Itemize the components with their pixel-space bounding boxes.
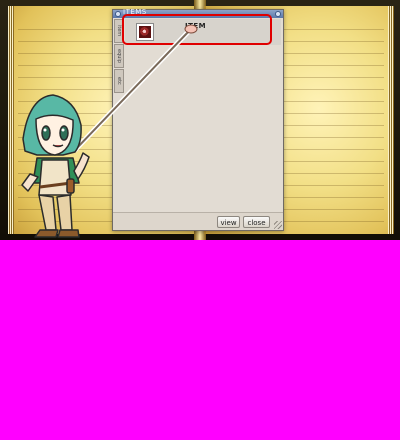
view-button[interactable]: view xyxy=(217,216,240,228)
window-menu-icon[interactable] xyxy=(115,11,121,17)
selected-item-highlight xyxy=(122,14,272,45)
resize-handle-icon[interactable] xyxy=(274,221,282,229)
close-button[interactable]: close xyxy=(243,216,270,228)
right-page-edge xyxy=(388,6,394,234)
left-page-edge xyxy=(8,6,14,234)
tab-etc[interactable]: etc xyxy=(114,69,124,93)
tab-equip[interactable]: equip xyxy=(114,44,124,68)
window-minimize-icon[interactable] xyxy=(275,11,281,17)
mascot-character xyxy=(21,94,90,238)
window-footer: view close xyxy=(113,212,283,230)
item-list: ITEM xyxy=(125,19,281,213)
book-background: ITEMS item equip etc ITEM view close xyxy=(0,0,400,240)
